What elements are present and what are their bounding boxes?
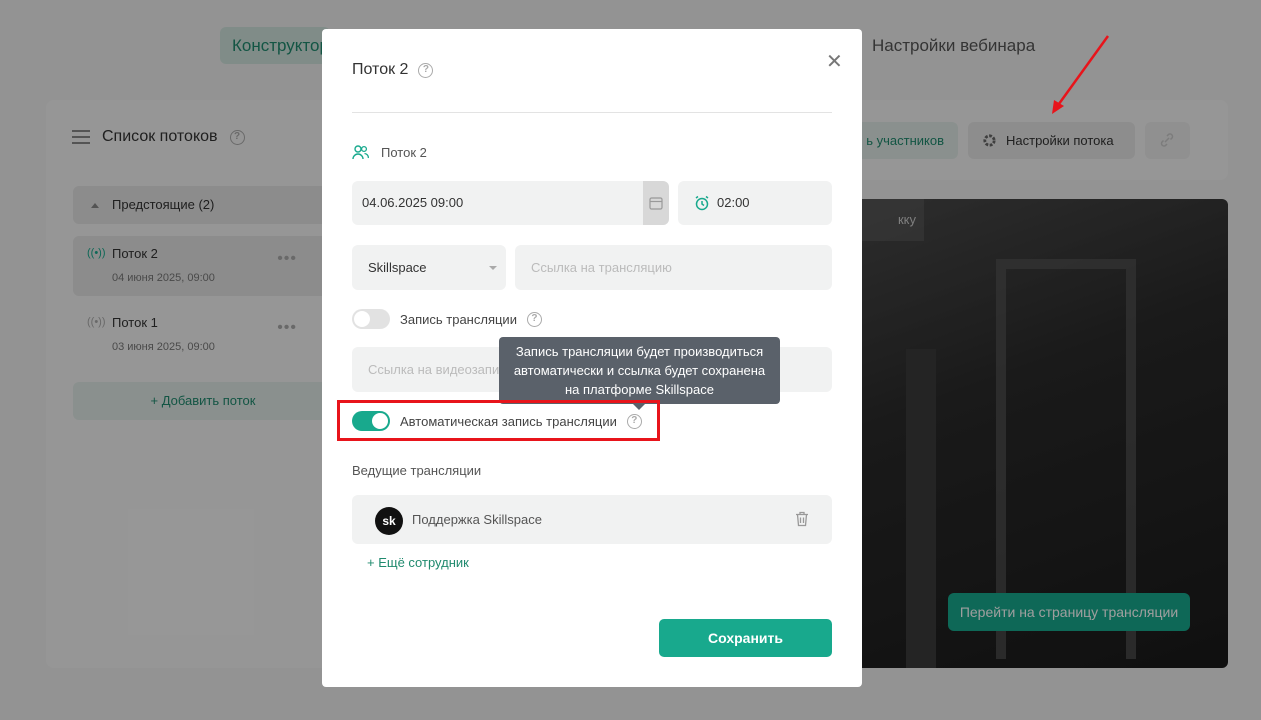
add-host-button[interactable]: + Ещё сотрудник <box>367 555 469 570</box>
annotation-arrow <box>1052 35 1110 114</box>
platform-value: Skillspace <box>368 260 427 275</box>
tooltip: Запись трансляции будет производиться ав… <box>499 337 780 410</box>
recording-toggle[interactable] <box>352 309 390 329</box>
tooltip-line: Запись трансляции будет производиться <box>515 344 764 359</box>
calendar-icon <box>649 197 663 210</box>
help-icon[interactable]: ? <box>418 62 434 78</box>
modal-title-text: Поток 2 <box>352 61 409 78</box>
duration-value: 02:00 <box>717 195 750 210</box>
stream-settings-modal: Поток 2 ? ✕ Поток 2 04.06.2025 09:00 02:… <box>322 29 862 687</box>
save-button[interactable]: Сохранить <box>659 619 832 657</box>
host-name: Поддержка Skillspace <box>412 512 542 527</box>
avatar: sk <box>375 507 403 535</box>
stream-link-input[interactable]: Ссылка на трансляцию <box>515 245 832 290</box>
platform-select[interactable]: Skillspace <box>352 245 506 290</box>
date-input[interactable]: 04.06.2025 09:00 <box>352 181 669 225</box>
tooltip-line: на платформе Skillspace <box>564 382 714 397</box>
divider <box>352 112 832 113</box>
hosts-title: Ведущие трансляции <box>352 463 482 478</box>
alarm-clock-icon <box>695 195 709 211</box>
stream-name-label: Поток 2 <box>381 145 427 160</box>
stream-name-row: Поток 2 <box>352 145 427 160</box>
close-icon[interactable]: ✕ <box>826 49 843 74</box>
duration-input[interactable]: 02:00 <box>678 181 832 225</box>
users-icon <box>352 145 369 160</box>
recording-row: Запись трансляции ? <box>352 309 542 329</box>
trash-icon[interactable] <box>795 511 809 527</box>
host-row: sk Поддержка Skillspace <box>352 495 832 544</box>
modal-title: Поток 2 ? <box>352 61 434 79</box>
chevron-down-icon <box>489 266 497 270</box>
recording-label: Запись трансляции <box>400 311 517 327</box>
calendar-button[interactable] <box>643 181 669 225</box>
tooltip-line: автоматически и ссылка будет сохранена <box>513 363 766 378</box>
date-value: 04.06.2025 09:00 <box>362 195 464 210</box>
annotation-highlight-box <box>337 400 660 441</box>
help-icon[interactable]: ? <box>526 311 542 327</box>
